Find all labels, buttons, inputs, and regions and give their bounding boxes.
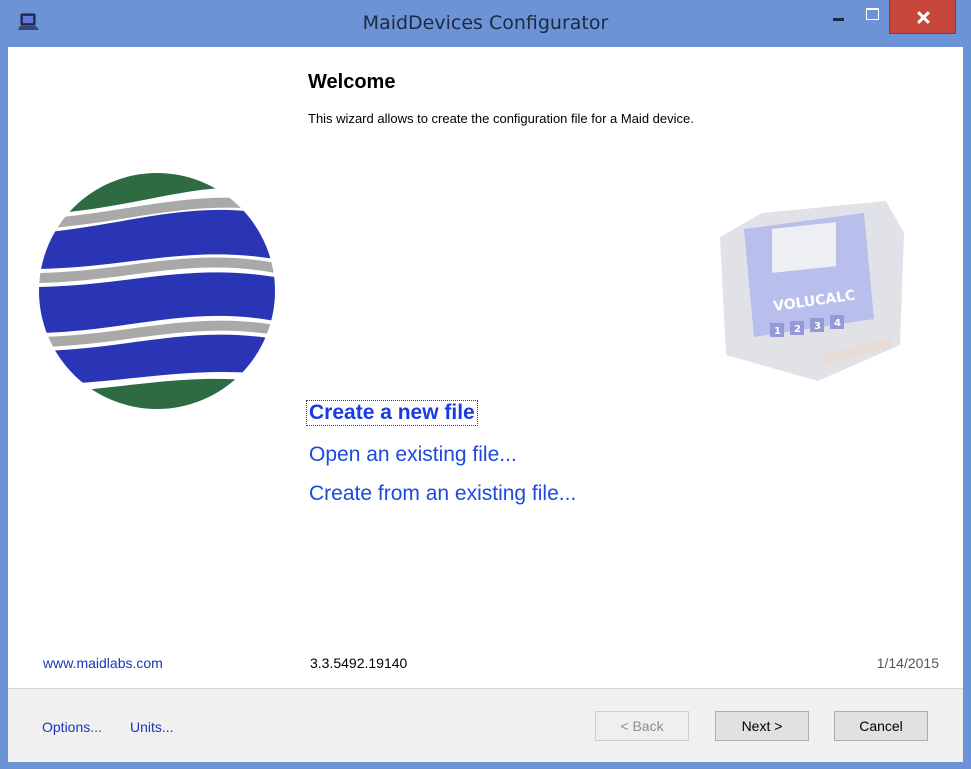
device-image: VOLUCALC 1234 xyxy=(720,201,904,381)
device-key-1: 1 xyxy=(774,326,781,337)
units-link[interactable]: Units... xyxy=(130,719,174,735)
device-key-2: 2 xyxy=(794,324,801,335)
back-button[interactable]: < Back xyxy=(595,711,689,741)
app-window: MaidDevices Configurator VOLUCALC 1 2 3 … xyxy=(0,0,971,769)
version-label: 3.3.5492.19140 xyxy=(310,655,408,671)
maidlabs-logo xyxy=(39,173,275,409)
page-description: This wizard allows to create the configu… xyxy=(308,111,694,126)
open-existing-file-link[interactable]: Open an existing file... xyxy=(309,443,517,467)
create-from-existing-link[interactable]: Create from an existing file... xyxy=(309,482,576,506)
wizard-page: VOLUCALC 1234 Welcome This wizard allows… xyxy=(8,47,963,762)
wizard-footer: Options... Units... < Back Next > Cancel xyxy=(8,688,963,762)
create-new-file-link[interactable]: Create a new file xyxy=(306,400,478,426)
maximize-button[interactable] xyxy=(858,0,888,33)
page-title: Welcome xyxy=(308,71,396,93)
title-bar[interactable]: MaidDevices Configurator xyxy=(0,0,971,47)
date-label: 1/14/2015 xyxy=(876,655,939,671)
close-button[interactable] xyxy=(889,0,956,34)
next-button[interactable]: Next > xyxy=(715,711,809,741)
minimize-button[interactable] xyxy=(824,0,854,33)
device-key-3: 3 xyxy=(814,321,821,332)
website-link[interactable]: www.maidlabs.com xyxy=(43,655,163,671)
options-link[interactable]: Options... xyxy=(42,719,102,735)
cancel-button[interactable]: Cancel xyxy=(834,711,928,741)
device-key-4: 4 xyxy=(834,318,841,329)
